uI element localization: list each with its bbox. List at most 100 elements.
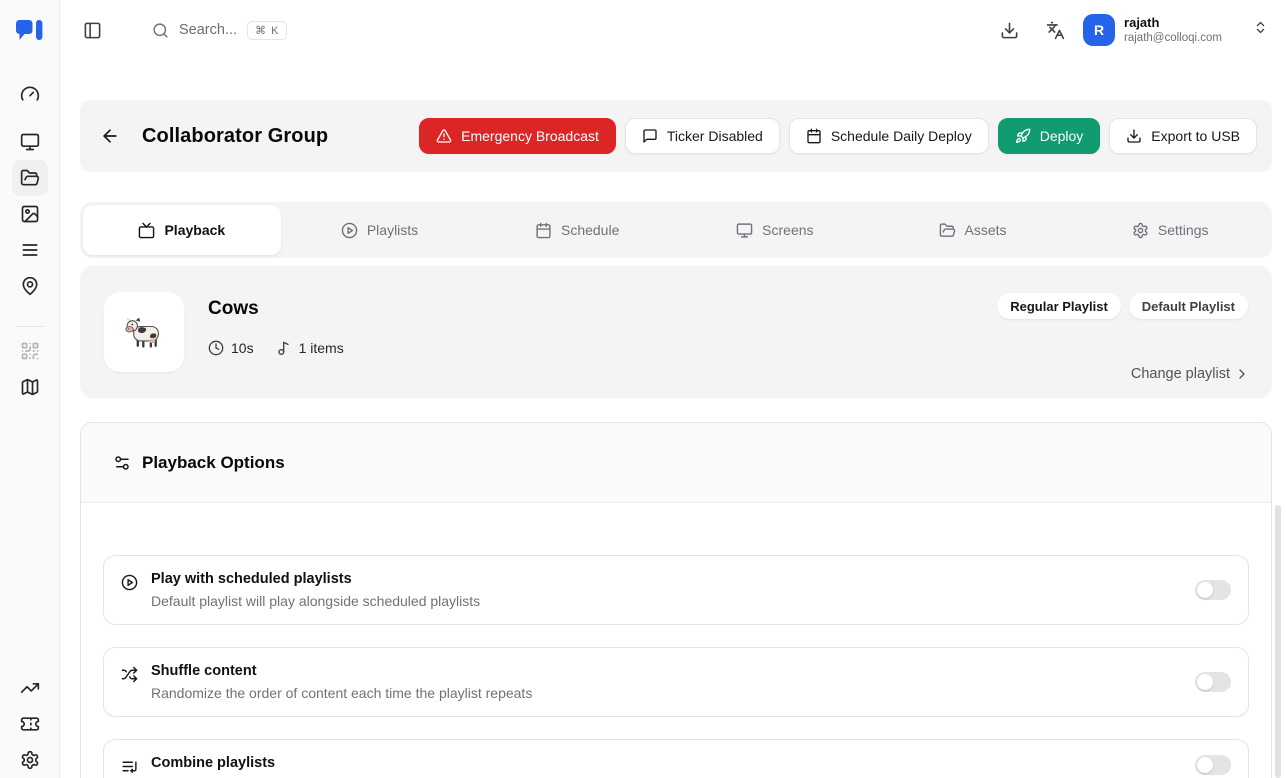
playlist-info: Cows 10s 1 items xyxy=(208,292,344,372)
playlist-meta: 10s 1 items xyxy=(208,340,344,356)
ticker-disabled-label: Ticker Disabled xyxy=(667,128,763,144)
schedule-daily-deploy-label: Schedule Daily Deploy xyxy=(831,128,972,144)
tab-playlists-label: Playlists xyxy=(367,222,418,238)
tab-schedule[interactable]: Schedule xyxy=(478,205,676,255)
tab-playlists[interactable]: Playlists xyxy=(281,205,479,255)
schedule-daily-deploy-button[interactable]: Schedule Daily Deploy xyxy=(789,118,989,154)
emergency-broadcast-button[interactable]: Emergency Broadcast xyxy=(419,118,616,154)
rocket-icon xyxy=(1015,128,1031,144)
tab-playback-label: Playback xyxy=(164,222,225,238)
app-logo xyxy=(0,0,60,60)
badge-regular-playlist: Regular Playlist xyxy=(997,293,1121,319)
page-header: Collaborator Group Emergency Broadcast T… xyxy=(80,100,1272,172)
search-placeholder: Search... xyxy=(179,22,237,38)
download-button[interactable] xyxy=(991,12,1027,48)
playback-options-section: Playback Options Play with scheduled pla… xyxy=(80,422,1272,778)
tab-assets[interactable]: Assets xyxy=(874,205,1072,255)
option-title: Shuffle content xyxy=(151,663,532,679)
user-meta: rajath rajath@colloqi.com xyxy=(1124,15,1222,46)
sidebar-item-locations[interactable] xyxy=(12,268,48,304)
tab-assets-label: Assets xyxy=(965,222,1007,238)
calendar-icon xyxy=(535,222,552,239)
sidebar-item-dashboard[interactable] xyxy=(12,76,48,112)
ticket-icon xyxy=(20,714,40,734)
emergency-broadcast-label: Emergency Broadcast xyxy=(461,128,599,144)
topbar-right-group: R rajath rajath@colloqi.com xyxy=(991,12,1286,48)
shuffle-content-toggle[interactable] xyxy=(1195,672,1231,692)
tab-screens-label: Screens xyxy=(762,222,813,238)
folders-open-icon xyxy=(20,168,40,188)
tab-settings[interactable]: Settings xyxy=(1071,205,1269,255)
screens-monitor-icon xyxy=(20,132,40,152)
circle-play-icon xyxy=(341,222,358,239)
option-text: Play with scheduled playlists Default pl… xyxy=(151,571,480,609)
list-end-icon xyxy=(121,758,138,775)
vertical-scrollbar[interactable] xyxy=(1275,505,1281,778)
user-email: rajath@colloqi.com xyxy=(1124,31,1222,45)
playlist-item-count-value: 1 items xyxy=(299,340,344,356)
lists-menu-icon xyxy=(20,240,40,260)
monitor-icon xyxy=(736,222,753,239)
sidebar-item-licenses[interactable] xyxy=(12,706,48,742)
analytics-trending-up-icon xyxy=(20,678,40,698)
sidebar-item-qr-codes[interactable] xyxy=(12,333,48,369)
language-button[interactable] xyxy=(1037,12,1073,48)
playback-options-header: Playback Options xyxy=(81,423,1271,503)
ticker-disabled-button[interactable]: Ticker Disabled xyxy=(625,118,780,154)
option-description: Randomize the order of content each time… xyxy=(151,685,532,701)
map-icon xyxy=(20,377,40,397)
play-with-scheduled-toggle[interactable] xyxy=(1195,580,1231,600)
user-menu[interactable]: R rajath rajath@colloqi.com xyxy=(1083,14,1268,46)
clock-icon xyxy=(208,340,224,356)
sliders-icon xyxy=(113,454,131,472)
folder-open-icon xyxy=(939,222,956,239)
header-actions: Emergency Broadcast Ticker Disabled Sche… xyxy=(419,118,1257,154)
playlist-summary-card: Cows 10s 1 items Regular Playlist Defaul… xyxy=(80,266,1272,398)
sidebar-item-playlists[interactable] xyxy=(12,232,48,268)
playlist-title: Cows xyxy=(208,298,344,320)
export-download-icon xyxy=(1126,128,1142,144)
deploy-button[interactable]: Deploy xyxy=(998,118,1101,154)
sidebar-item-assets[interactable] xyxy=(12,196,48,232)
shuffle-icon xyxy=(121,666,138,683)
page-title: Collaborator Group xyxy=(142,125,328,148)
language-icon xyxy=(1046,21,1065,40)
tab-screens[interactable]: Screens xyxy=(676,205,874,255)
app-window: Search... ⌘ K R rajath rajath@colloqi.co… xyxy=(0,0,1286,778)
option-text: Shuffle content Randomize the order of c… xyxy=(151,663,532,701)
tab-playback[interactable]: Playback xyxy=(83,205,281,255)
sidebar-item-groups[interactable] xyxy=(12,160,48,196)
search-input[interactable]: Search... ⌘ K xyxy=(152,21,287,40)
sidebar-item-map[interactable] xyxy=(12,369,48,405)
user-name: rajath xyxy=(1124,15,1222,31)
playback-options-title: Playback Options xyxy=(142,453,285,473)
tab-schedule-label: Schedule xyxy=(561,222,619,238)
option-text: Combine playlists xyxy=(151,755,275,771)
sidebar-item-screens[interactable] xyxy=(12,124,48,160)
export-to-usb-button[interactable]: Export to USB xyxy=(1109,118,1257,154)
sidebar xyxy=(0,0,60,778)
pisignage-logo-icon xyxy=(16,20,43,41)
playlist-badges: Regular Playlist Default Playlist xyxy=(997,293,1248,319)
tab-settings-label: Settings xyxy=(1158,222,1209,238)
cow-image xyxy=(122,310,166,354)
combine-playlists-toggle[interactable] xyxy=(1195,755,1231,775)
sidebar-item-settings[interactable] xyxy=(12,742,48,778)
download-icon xyxy=(1000,21,1019,40)
music-note-icon xyxy=(276,340,292,356)
sidebar-toggle-button[interactable] xyxy=(74,12,110,48)
playlist-thumbnail xyxy=(104,292,184,372)
playlist-item-count: 1 items xyxy=(276,340,344,356)
option-row-play-with-scheduled: Play with scheduled playlists Default pl… xyxy=(103,555,1249,625)
sidebar-item-analytics[interactable] xyxy=(12,670,48,706)
back-button[interactable] xyxy=(92,118,128,154)
topbar: Search... ⌘ K R rajath rajath@colloqi.co… xyxy=(60,0,1286,60)
search-icon xyxy=(152,22,169,39)
tv-icon xyxy=(138,222,155,239)
change-playlist-label: Change playlist xyxy=(1131,366,1230,382)
change-playlist-link[interactable]: Change playlist xyxy=(1131,366,1250,382)
arrow-left-icon xyxy=(100,126,120,146)
main-content: Collaborator Group Emergency Broadcast T… xyxy=(60,60,1286,778)
alert-triangle-icon xyxy=(436,128,452,144)
option-description: Default playlist will play alongside sch… xyxy=(151,593,480,609)
